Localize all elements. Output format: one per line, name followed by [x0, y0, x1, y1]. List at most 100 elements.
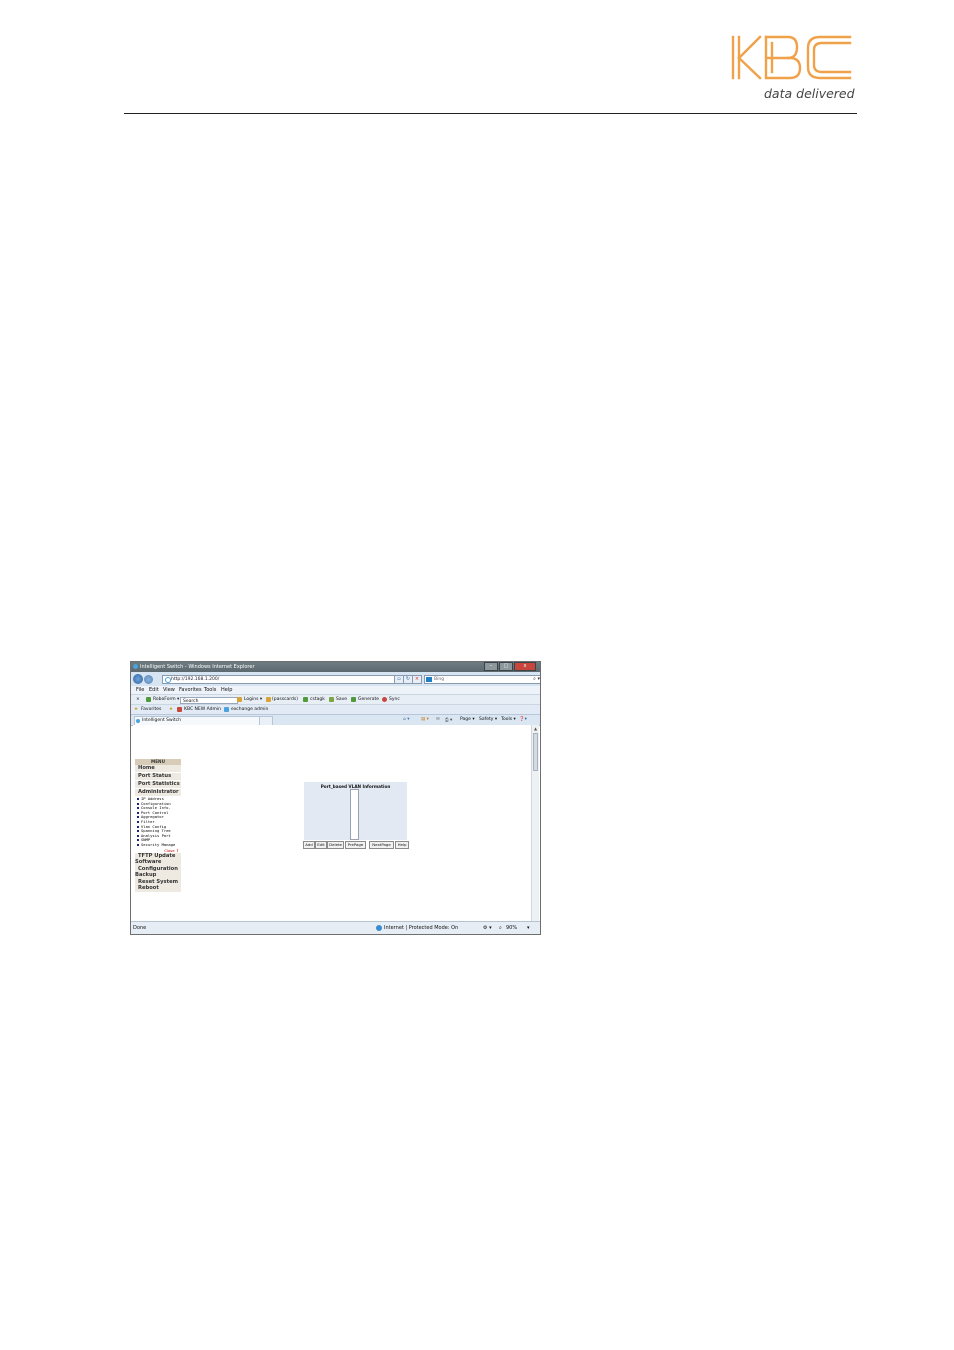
page-content: MENU Home Port Status Port Statistics Ad…: [133, 725, 531, 921]
menu-help[interactable]: Help: [221, 687, 232, 693]
safety-menu[interactable]: Safety ▾: [479, 717, 497, 722]
logins-button[interactable]: Logins ▾: [244, 697, 262, 702]
toolbar-search-input[interactable]: Search: [180, 696, 238, 704]
exchange-favicon-icon: [224, 707, 229, 712]
kbc-favicon-icon: [177, 707, 182, 712]
vlan-delete-button[interactable]: Delete: [327, 841, 344, 849]
address-text: http://192.168.1.200/: [171, 677, 220, 682]
tools-menu[interactable]: Tools ▾: [501, 717, 516, 722]
menu-bar: File Edit View Favorites Tools Help: [131, 686, 540, 694]
address-input[interactable]: http://192.168.1.200/: [162, 675, 401, 684]
print-icon[interactable]: ⎙ ▾: [445, 717, 452, 723]
tab-label: Intelligent Switch: [142, 718, 182, 723]
bullet-icon: [137, 798, 139, 800]
address-bar-row: http://192.168.1.200/ ▫ ↻ × Bing ⌕ ▾: [131, 672, 540, 686]
scrollbar-thumb[interactable]: [533, 733, 538, 771]
tab-favicon-icon: [136, 719, 140, 723]
vertical-scrollbar[interactable]: ▲: [531, 725, 539, 921]
favorites-button[interactable]: Favorites: [141, 707, 161, 712]
zoom-dropdown-icon[interactable]: ▾: [527, 925, 530, 931]
menu-port-status[interactable]: Port Status: [135, 773, 181, 781]
vlan-info-panel: Port_based VLAN Information: [304, 782, 407, 840]
vlan-edit-button[interactable]: Edit: [315, 841, 327, 849]
favorites-bar: ★ Favorites ★ KBC NEW Admin exchange adm…: [131, 704, 540, 714]
logo-tagline: data delivered: [764, 86, 855, 101]
status-bar: Done Internet | Protected Mode: On ⚙ ▾ ⌕…: [131, 921, 540, 934]
bing-icon: [426, 677, 432, 682]
feeds-icon[interactable]: ▤ ▾: [421, 717, 429, 722]
generate-button[interactable]: Generate: [358, 697, 379, 702]
vlan-help-button[interactable]: Help: [395, 841, 409, 849]
logins-icon: [237, 697, 242, 702]
menu-home[interactable]: Home: [135, 765, 181, 773]
minimize-button[interactable]: –: [484, 662, 498, 671]
menu-tools[interactable]: Tools: [204, 687, 216, 693]
menu-favorites[interactable]: Favorites: [179, 687, 202, 693]
menu-file[interactable]: File: [136, 687, 144, 693]
menu-reboot[interactable]: Reboot: [135, 885, 181, 892]
close-label: Close: [164, 847, 175, 853]
bullet-icon: [137, 843, 139, 846]
favorite-kbc-admin[interactable]: KBC NEW Admin: [184, 707, 221, 712]
bullet-icon: [137, 830, 139, 833]
close-window-button[interactable]: x: [514, 662, 536, 671]
passcards-icon: [266, 697, 271, 702]
home-icon[interactable]: ⌂ ▾: [403, 717, 410, 722]
menu-edit[interactable]: Edit: [149, 687, 159, 693]
back-button[interactable]: [133, 674, 143, 684]
ie-icon: [133, 664, 138, 669]
zone-settings-icon[interactable]: ⚙ ▾: [483, 925, 492, 931]
bullet-icon: [137, 834, 139, 837]
menu-port-statistics[interactable]: Port Statistics: [135, 781, 181, 789]
vlan-add-button[interactable]: Add: [303, 841, 315, 849]
bullet-icon: [137, 820, 139, 823]
security-zone: Internet | Protected Mode: On: [384, 925, 459, 931]
zoom-icon: ⌕: [499, 925, 502, 931]
page-icon: [165, 677, 171, 683]
help-icon[interactable]: ❓▾: [519, 717, 527, 722]
maximize-button[interactable]: □: [499, 662, 513, 671]
switch-left-menu: MENU Home Port Status Port Statistics Ad…: [135, 759, 181, 892]
status-text: Done: [133, 925, 147, 931]
window-titlebar: Intelligent Switch - Windows Internet Ex…: [131, 662, 540, 672]
forward-button[interactable]: [144, 674, 153, 684]
sync-icon: [382, 697, 387, 702]
save-icon: [329, 697, 334, 702]
cstagk-icon: [303, 697, 308, 702]
cstagk-button[interactable]: cstagk: [310, 697, 325, 702]
submenu-label: Security Manage: [141, 841, 176, 847]
generate-icon: [351, 697, 356, 702]
search-box[interactable]: Bing ⌕ ▾: [424, 675, 540, 684]
menu-view[interactable]: View: [163, 687, 175, 693]
bullet-icon: [137, 825, 139, 828]
roboform-button[interactable]: RoboForm ▾: [153, 697, 179, 702]
sync-button[interactable]: Sync: [389, 697, 400, 702]
scroll-up-icon[interactable]: ▲: [533, 726, 538, 731]
vlan-list[interactable]: [350, 789, 359, 840]
vlan-nextpage-button[interactable]: NextPage: [369, 841, 394, 849]
bullet-icon: [137, 807, 139, 810]
add-favorite-icon[interactable]: ★: [169, 707, 173, 712]
mail-icon[interactable]: ✉: [436, 717, 440, 722]
globe-icon: [376, 925, 382, 931]
search-icon[interactable]: ⌕ ▾: [533, 676, 540, 683]
page-menu[interactable]: Page ▾: [460, 717, 475, 722]
window-title: Intelligent Switch - Windows Internet Ex…: [140, 664, 255, 670]
close-arrow-icon: ⇑: [175, 847, 179, 853]
bullet-icon: [137, 839, 139, 842]
stop-icon[interactable]: ×: [412, 675, 422, 684]
kbc-logo-mark: [731, 35, 852, 80]
passcards-button[interactable]: (passcards): [272, 697, 298, 702]
header-divider: [124, 113, 857, 114]
favorites-star-icon: ★: [134, 706, 139, 712]
save-button[interactable]: Save: [336, 697, 347, 702]
search-engine-label: Bing: [434, 677, 445, 682]
toolbar-close-button[interactable]: ×: [136, 697, 140, 702]
zoom-level[interactable]: 90%: [506, 925, 517, 931]
roboform-icon: [146, 697, 151, 702]
vlan-prepage-button[interactable]: PrePage: [345, 841, 366, 849]
window-controls: – □ x: [483, 662, 536, 671]
favorite-exchange-admin[interactable]: exchange admin: [231, 707, 268, 712]
bullet-icon: [137, 802, 139, 805]
bullet-icon: [137, 811, 139, 814]
